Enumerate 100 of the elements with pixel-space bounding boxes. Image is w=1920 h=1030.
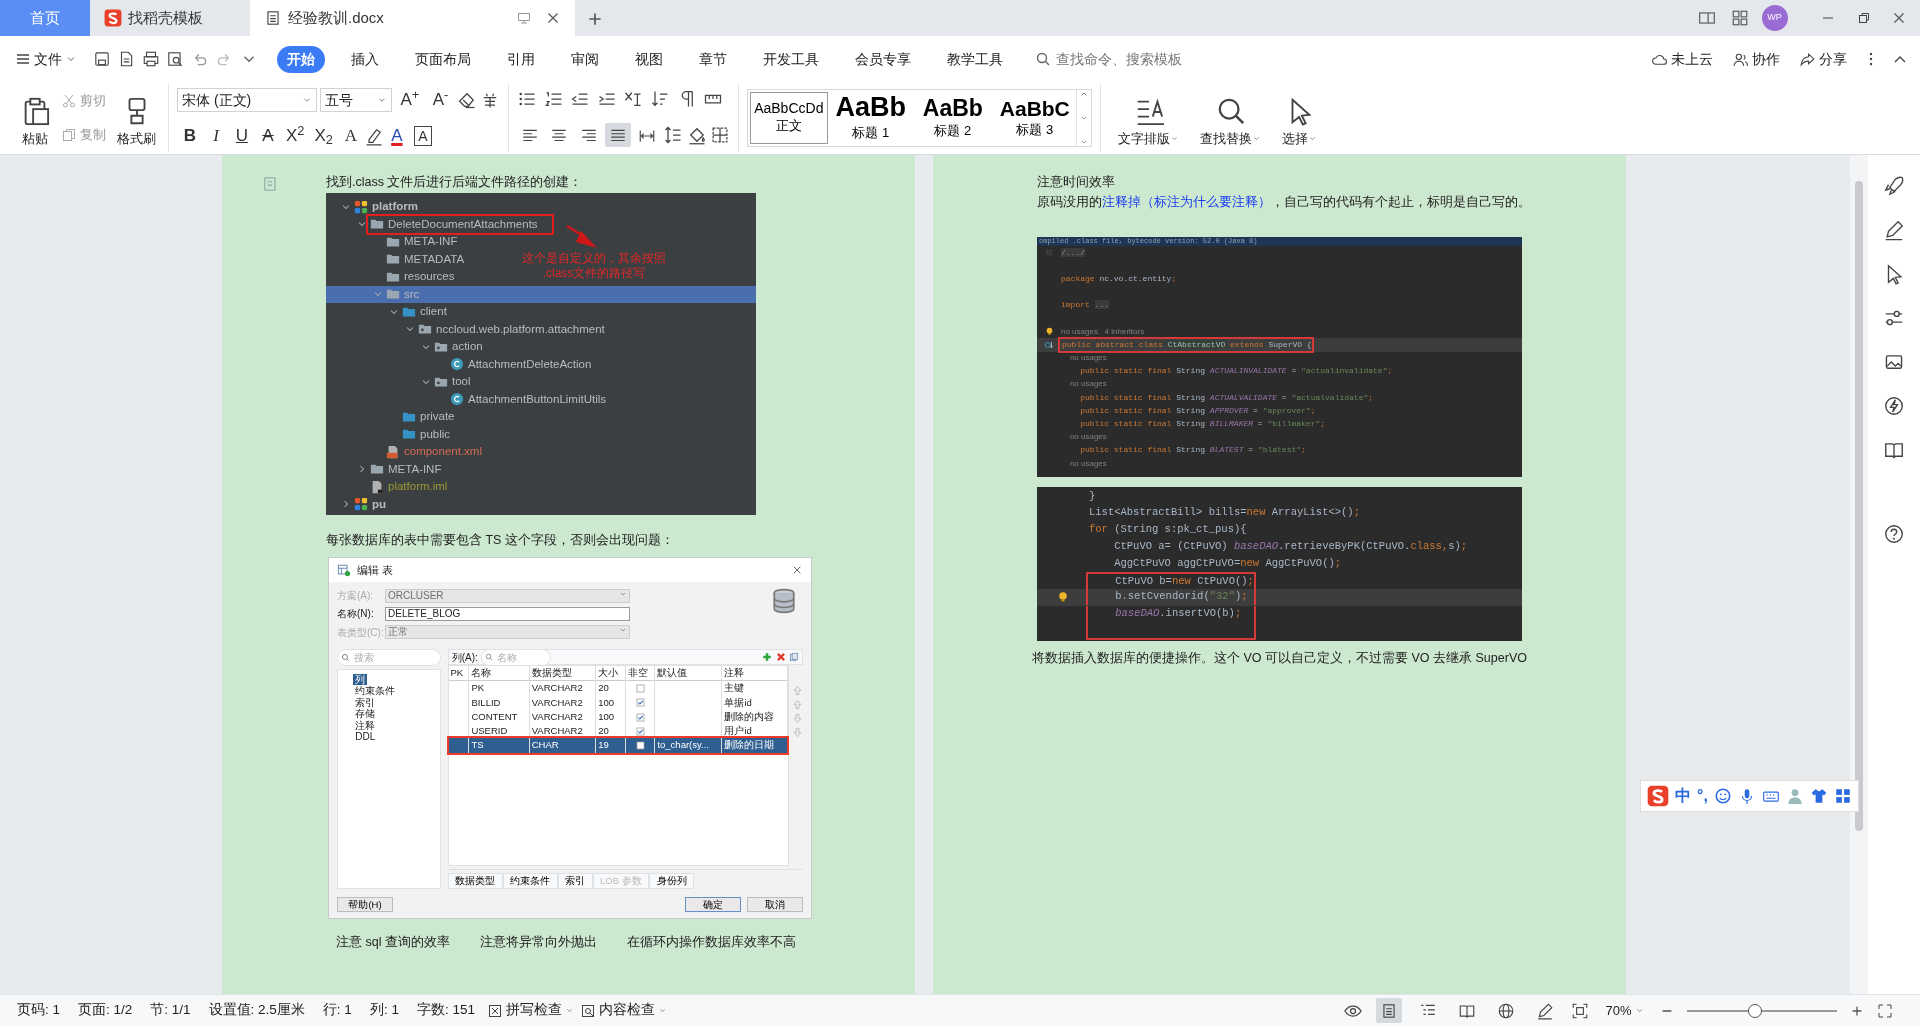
ribbon-tab[interactable]: 教学工具 [936,45,1013,73]
tree-item[interactable]: AttachmentDeleteAction [326,355,594,373]
slider-thumb[interactable] [1747,1003,1762,1018]
fit-page-icon[interactable] [1571,1001,1590,1020]
save-icon[interactable] [92,50,111,68]
tree-item[interactable]: 注释 [353,719,378,731]
input-field[interactable]: DELETE_BLOG [385,606,630,621]
tree-item[interactable]: action [326,338,485,356]
command-search[interactable]: 查找命令、搜索模板 [1035,47,1205,71]
ribbon-tab[interactable]: 引用 [496,45,545,73]
tree-item[interactable]: platform [326,198,420,216]
font-size-dropdown[interactable]: 五号 [320,88,393,112]
checkbox[interactable] [635,741,645,751]
status-button[interactable]: 内容检查 [576,999,670,1022]
view-button[interactable] [1376,998,1403,1023]
tree-item[interactable]: public [326,425,453,443]
tree-item[interactable]: client [326,303,449,321]
document-tab[interactable]: 经验教训.docx [250,0,575,36]
shirt-icon[interactable] [1809,787,1828,805]
tree-item[interactable]: 存储 [353,708,378,720]
status-button[interactable]: 拼写检查 [483,999,577,1022]
checkbox[interactable] [635,727,645,736]
font-dropdown[interactable]: 宋体 (正文) [177,88,317,112]
format-button[interactable]: I [203,123,229,149]
print-preview-icon[interactable] [166,50,184,68]
tab[interactable]: 身份列 [649,873,695,889]
ribbon-tab[interactable]: 章节 [688,45,737,73]
close-icon[interactable] [791,564,803,576]
tab[interactable]: 数据类型 [447,873,503,889]
tree-item[interactable]: META-INF [326,460,444,478]
style-preset[interactable]: AaBbCcDd 正文 [747,90,830,146]
line-spacing-icon[interactable] [663,125,684,146]
scrollbar-thumb[interactable] [1855,181,1863,831]
ribbon-tab[interactable]: 开发工具 [752,45,829,73]
tree-item[interactable]: 约束条件 [353,685,398,697]
checkbox[interactable] [635,698,645,708]
ribbon-tab[interactable]: 页面布局 [404,45,481,73]
format-painter-button[interactable]: 格式刷 [113,84,160,152]
grid-icon[interactable] [1730,9,1749,27]
file-menu[interactable]: 文件 [12,47,80,71]
eraser-icon[interactable] [456,90,477,110]
print-icon[interactable] [141,50,160,68]
grow-font-button[interactable]: A$^{+}$ [395,87,425,113]
shrink-font-button[interactable]: A$^{-}$ [427,87,454,113]
action-button[interactable]: 未上云 [1648,47,1716,71]
tree-item[interactable]: 列 [353,673,368,685]
pen-icon[interactable] [1883,219,1905,241]
tab[interactable]: 约束条件 [502,873,558,889]
cancel-button[interactable]: 取消 [747,897,803,912]
copy-icon[interactable] [788,652,799,662]
format-button[interactable]: U [229,123,255,149]
emoji-icon[interactable] [1713,787,1732,805]
avatar[interactable]: WP [1761,5,1788,31]
tree-item[interactable]: tool [326,373,473,391]
tree-item[interactable]: resources [326,268,457,286]
tree-item[interactable]: platform.iml [326,478,450,496]
format-button[interactable]: X$^{2}$ [281,123,310,149]
paste-button[interactable]: 粘贴 [16,84,54,152]
ime-button[interactable]: °, [1697,784,1708,808]
format-button[interactable]: X$_{2}$ [309,123,338,149]
tree-item[interactable]: pu [326,495,389,513]
ribbon-button[interactable]: 选择 [1278,84,1322,152]
tiles-icon[interactable] [1833,787,1852,805]
ribbon-tab[interactable]: 开始 [276,45,325,73]
ime-button[interactable]: 中 [1675,784,1691,808]
format-button[interactable]: A [413,126,432,146]
align-button[interactable] [604,123,631,147]
tree-item[interactable]: DDL [353,731,378,743]
tree-item[interactable]: META-INF [326,233,460,251]
ribbon-tab[interactable]: 插入 [340,45,389,73]
ribbon-button[interactable]: 查找替换 [1196,84,1266,152]
format-button[interactable]: A [383,123,410,149]
ribbon-tab[interactable]: 会员专享 [844,45,921,73]
tab[interactable]: 索引 [557,873,593,889]
action-button[interactable]: 分享 [1796,47,1850,71]
bolt-icon[interactable] [1883,395,1905,417]
ribbon-tab[interactable]: 审阅 [560,45,609,73]
document-tab[interactable]: 找稻壳模板 [90,0,250,36]
format-button[interactable]: A [337,123,364,149]
checkbox[interactable] [635,712,645,722]
tree-item[interactable]: AttachmentButtonLimitUtils [326,390,609,408]
add-icon[interactable] [762,652,773,662]
format-button[interactable]: A [255,123,281,149]
ribbon-tab[interactable]: 视图 [624,45,673,73]
borders-icon[interactable] [709,125,730,146]
help-button[interactable]: 帮助(H) [337,897,393,912]
tree-item[interactable]: nccloud.web.platform.attachment [326,320,607,338]
monitor-icon[interactable] [516,10,532,26]
action-button[interactable]: 协作 [1729,47,1783,71]
rocket-icon[interactable] [1883,175,1905,197]
ribbon-button[interactable]: 文字排版 [1114,84,1184,152]
tree-item[interactable]: private [326,408,457,426]
format-button[interactable]: B [177,123,203,149]
zoom-slider[interactable] [1686,1003,1837,1018]
tree-item[interactable]: DeleteDocumentAttachments [326,215,552,233]
checkbox[interactable] [635,684,645,694]
tree-item[interactable]: METADATA [326,250,467,268]
zoom-dropdown[interactable]: 70% [1602,999,1647,1022]
tree-item[interactable]: 索引 [353,696,378,708]
ok-button[interactable]: 确定 [684,897,741,912]
